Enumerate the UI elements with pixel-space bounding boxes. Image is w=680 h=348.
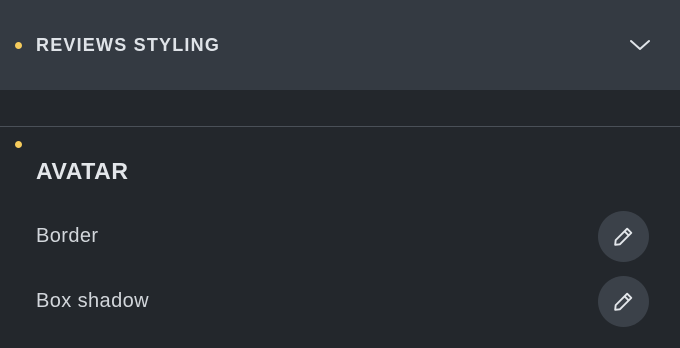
- control-label-box-shadow: Box shadow: [36, 290, 149, 312]
- edit-border-button[interactable]: [598, 211, 649, 262]
- pencil-icon: [614, 227, 633, 246]
- pencil-icon: [614, 292, 633, 311]
- styling-panel: REVIEWS STYLING AVATAR Border Box shadow: [0, 0, 680, 348]
- section-header-reviews-styling[interactable]: REVIEWS STYLING: [0, 0, 680, 90]
- chevron-down-icon[interactable]: [628, 36, 652, 54]
- control-row-border: Border: [0, 210, 680, 262]
- edit-box-shadow-button[interactable]: [598, 276, 649, 327]
- divider: [0, 126, 680, 127]
- group-title: AVATAR: [36, 158, 129, 184]
- control-label-border: Border: [36, 225, 99, 247]
- section-spacer: [0, 90, 680, 126]
- section-title: REVIEWS STYLING: [36, 35, 221, 55]
- control-row-box-shadow: Box shadow: [0, 275, 680, 327]
- group-modified-indicator-dot: [15, 141, 22, 148]
- modified-indicator-dot: [15, 42, 22, 49]
